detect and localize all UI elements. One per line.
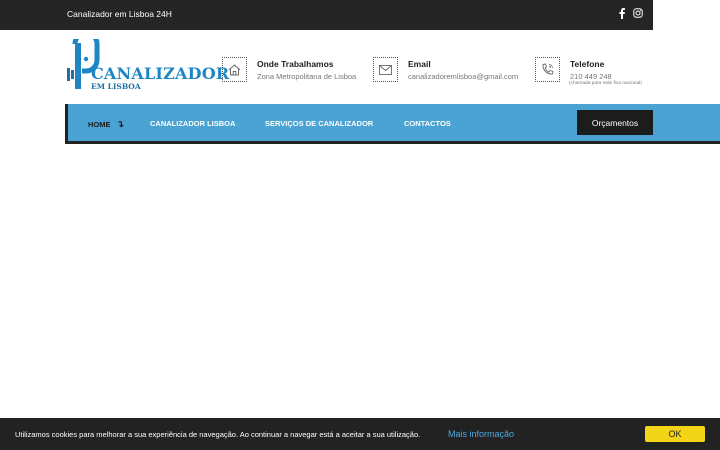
nav-item-label: HOME (88, 120, 111, 129)
site-logo[interactable]: CANALIZADOR EM LISBOA (67, 39, 229, 95)
main-nav: HOME ↴ CANALIZADOR LISBOA SERVIÇOS DE CAN… (65, 104, 720, 144)
tagline: Canalizador em Lisboa 24H (67, 9, 172, 19)
cookie-banner: Utilizamos cookies para melhorar a sua e… (0, 418, 720, 450)
cookie-more-info-link[interactable]: Mais informação (448, 429, 514, 439)
logo-subtitle: EM LISBOA (91, 82, 141, 91)
cookie-message: Utilizamos cookies para melhorar a sua e… (15, 430, 421, 439)
arrow-down-icon: ↴ (116, 119, 125, 129)
cookie-ok-button[interactable]: OK (645, 426, 705, 442)
email-title: Email (408, 59, 431, 69)
nav-item-contactos[interactable]: CONTACTOS (404, 119, 451, 128)
home-icon (222, 57, 247, 82)
facebook-icon[interactable] (618, 8, 626, 19)
location-value: Zona Metropolitana de Lisboa (257, 72, 357, 81)
nav-item-servicos[interactable]: SERVIÇOS DE CANALIZADOR (265, 119, 373, 128)
phone-note: (chamada para rede fixa nacional) (569, 81, 642, 86)
nav-item-canalizador-lisboa[interactable]: CANALIZADOR LISBOA (150, 119, 235, 128)
nav-item-home[interactable]: HOME ↴ (88, 119, 124, 130)
logo-brand: CANALIZADOR (91, 64, 230, 83)
phone-icon (535, 57, 560, 82)
instagram-icon[interactable] (633, 8, 643, 18)
email-link[interactable]: canalizadoremlisboa@gmail.com (408, 72, 518, 81)
location-title: Onde Trabalhamos (257, 59, 334, 69)
envelope-icon (373, 57, 398, 82)
phone-number[interactable]: 210 449 248 (570, 72, 612, 81)
phone-title: Telefone (570, 59, 605, 69)
top-bar: Canalizador em Lisboa 24H (0, 0, 653, 30)
page: Canalizador em Lisboa 24H CANALIZADOR EM… (0, 0, 720, 450)
orcamentos-button[interactable]: Orçamentos (577, 110, 653, 135)
